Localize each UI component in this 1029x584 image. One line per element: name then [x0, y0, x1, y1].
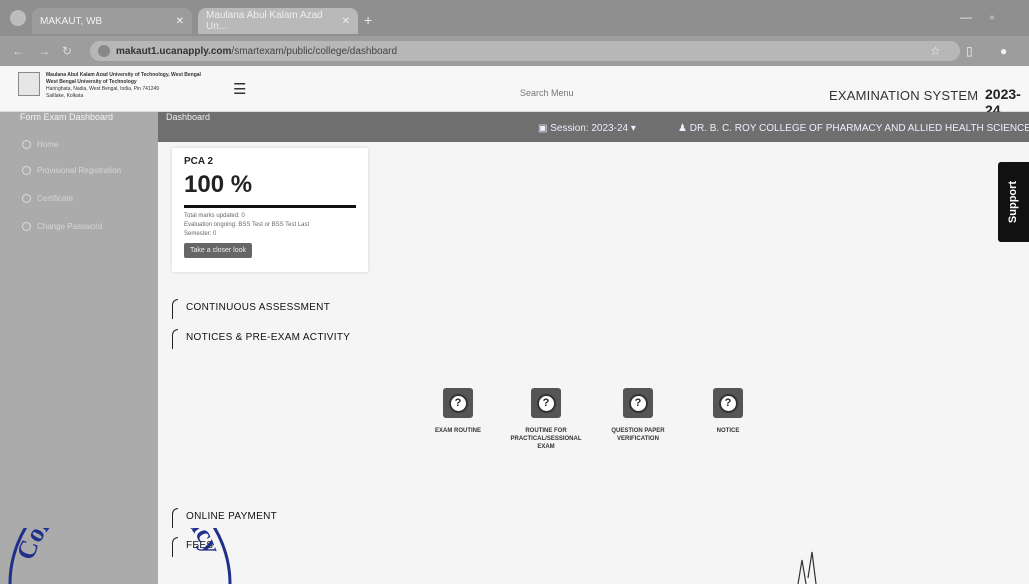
sidepanel-icon[interactable]: ▯ — [966, 44, 973, 58]
close-tab-icon[interactable]: ✕ — [342, 16, 350, 27]
university-logo — [18, 72, 40, 96]
sidebar-item-home[interactable]: Home — [22, 138, 152, 150]
tile-label: EXAM ROUTINE — [434, 428, 481, 434]
reload-icon[interactable]: ↻ — [62, 44, 72, 58]
search-menu-input[interactable]: Search Menu — [520, 88, 574, 98]
assessment-card: PCA 2 100 % Total marks updated: 0 Evalu… — [172, 148, 368, 272]
card-code: PCA 2 — [184, 156, 214, 167]
url-field[interactable]: makaut1.ucanapply.com /smartexam/public/… — [90, 41, 960, 61]
support-tab[interactable]: Support — [998, 162, 1029, 242]
section-title: ONLINE PAYMENT — [186, 511, 278, 522]
support-label: Support — [1007, 180, 1020, 224]
tile-label: QUESTION PAPER VERIFICATION — [611, 428, 665, 442]
sidebar-item-label: Change Password — [37, 221, 103, 231]
tile-practical-routine[interactable]: ? ROUTINE FOR PRACTICAL/SESSIONAL EXAM — [504, 388, 588, 451]
university-line: West Bengal University of Technology — [46, 79, 137, 85]
section-title: NOTICES & PRE-EXAM ACTIVITY — [186, 332, 351, 343]
url-path: /smartexam/public/college/dashboard — [231, 45, 398, 57]
app-header: Maulana Abul Kalam Azad University of Te… — [0, 66, 1029, 118]
college-stamp: College of Pharmacy — [8, 528, 232, 584]
close-tab-icon[interactable]: ✕ — [176, 16, 184, 27]
star-icon[interactable]: ☆ — [930, 44, 941, 58]
college-label: DR. B. C. ROY COLLEGE OF PHARMACY AND AL… — [689, 123, 1029, 134]
account-icon[interactable]: ● — [1000, 44, 1007, 58]
card-percent: 100 % — [184, 171, 253, 198]
profile-icon[interactable] — [10, 10, 26, 26]
session-selector[interactable]: ▣ Session: 2023-24 ▾ — [538, 123, 636, 134]
browser-tab-makaut[interactable]: MAKAUT, WB ✕ — [32, 8, 192, 34]
tab-label: Maulana Abul Kalam Azad Un... — [206, 10, 323, 32]
university-line: Saltlake, Kolkata — [46, 93, 84, 99]
stamp-text: College of Pharmacy — [11, 528, 227, 564]
university-name: Maulana Abul Kalam Azad University of Te… — [46, 72, 236, 100]
circle-icon — [22, 165, 31, 175]
tile-exam-routine[interactable]: ? EXAM ROUTINE — [418, 388, 498, 435]
sidebar-item-label: Home — [37, 139, 59, 149]
sidebar-item-registration[interactable]: Provisional Registration — [22, 164, 152, 176]
address-bar-row: ← → ↻ makaut1.ucanapply.com /smartexam/p… — [0, 36, 1029, 66]
circle-icon — [22, 139, 31, 149]
question-icon: ? — [531, 388, 561, 418]
url-host: makaut1.ucanapply.com — [116, 45, 232, 57]
browser-tab-bar: MAKAUT, WB ✕ Maulana Abul Kalam Azad Un.… — [0, 0, 1029, 36]
sidebar-item-change-password[interactable]: Change Password — [22, 220, 152, 232]
progress-bar — [184, 205, 356, 208]
tile-question-paper[interactable]: ? QUESTION PAPER VERIFICATION — [596, 388, 680, 443]
section-bracket — [172, 299, 178, 319]
card-line: Total marks updated: 0 — [184, 213, 245, 219]
sidebar-item-label: Certificate — [37, 193, 74, 203]
context-bar: Dashboard ▣ Session: 2023-24 ▾ ♟ DR. B. … — [158, 112, 1029, 142]
site-info-icon[interactable] — [98, 45, 110, 57]
minimize-icon[interactable]: — — [960, 10, 972, 24]
university-line: Haringhata, Nadia, West Bengal, India, P… — [46, 86, 160, 92]
card-line: Evaluation ongoing: BSS Test or BSS Test… — [184, 222, 310, 228]
question-icon: ? — [713, 388, 743, 418]
circle-icon — [22, 221, 31, 231]
browser-tab-university[interactable]: Maulana Abul Kalam Azad Un... ✕ — [198, 8, 358, 34]
hamburger-icon[interactable]: ☰ — [233, 80, 246, 98]
college-selector[interactable]: ♟ DR. B. C. ROY COLLEGE OF PHARMACY AND … — [678, 123, 1029, 134]
tile-label: ROUTINE FOR PRACTICAL/SESSIONAL EXAM — [510, 428, 582, 450]
take-closer-look-button[interactable]: Take a closer look — [184, 243, 253, 258]
forward-icon[interactable]: → — [38, 44, 50, 58]
breadcrumb[interactable]: Dashboard — [166, 112, 210, 122]
circle-icon — [22, 193, 31, 203]
new-tab-button[interactable]: + — [364, 12, 372, 28]
section-title: CONTINUOUS ASSESSMENT — [186, 302, 331, 313]
signature — [797, 551, 817, 584]
sidebar-title[interactable]: Form Exam Dashboard — [20, 112, 113, 122]
question-icon: ? — [443, 388, 473, 418]
exam-system-title: EXAMINATION SYSTEM — [829, 88, 979, 103]
question-icon: ? — [623, 388, 653, 418]
tile-notice[interactable]: ? NOTICE — [690, 388, 766, 435]
back-icon[interactable]: ← — [12, 44, 24, 58]
university-line: Maulana Abul Kalam Azad University of Te… — [46, 72, 201, 78]
left-sidebar: Form Exam Dashboard Home Provisional Reg… — [0, 112, 158, 584]
card-line: Semester: 0 — [184, 231, 217, 237]
tab-label: MAKAUT, WB — [40, 15, 103, 27]
svg-text:College of Pharmacy: College of Pharmacy — [11, 528, 227, 564]
section-bracket — [172, 329, 178, 349]
session-label: Session: 2023-24 — [550, 123, 629, 134]
sidebar-item-label: Provisional Registration — [37, 165, 122, 175]
sidebar-item-certificate[interactable]: Certificate — [22, 192, 152, 204]
section-bracket — [172, 508, 178, 528]
tile-label: NOTICE — [716, 428, 740, 434]
maximize-icon[interactable]: ▫ — [990, 10, 994, 24]
